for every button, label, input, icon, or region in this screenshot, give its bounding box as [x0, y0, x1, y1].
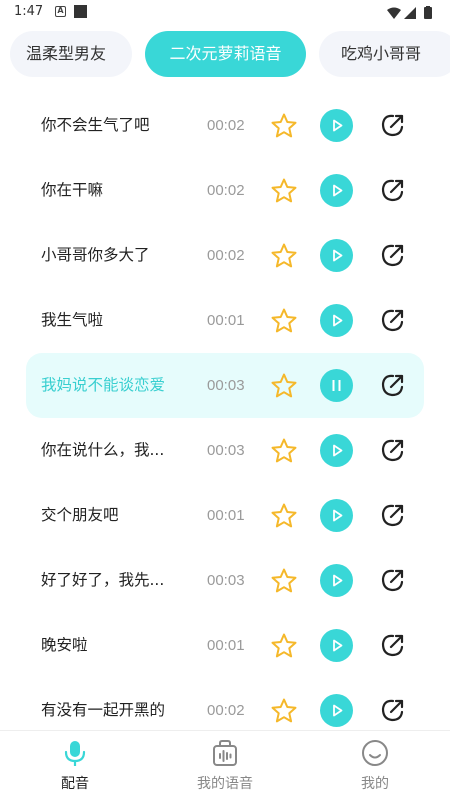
nav-dubbing[interactable]: 配音	[0, 731, 150, 800]
status-bar: 1:47 A	[0, 0, 450, 24]
square-notification-icon	[74, 5, 87, 18]
voice-row[interactable]: 我妈说不能谈恋爱 00:03	[0, 353, 450, 418]
voice-duration: 00:03	[207, 572, 245, 589]
voice-title: 晚安啦	[41, 636, 88, 654]
share-icon[interactable]	[380, 113, 405, 138]
play-button[interactable]	[320, 564, 353, 597]
share-icon[interactable]	[380, 568, 405, 593]
star-icon[interactable]	[270, 242, 298, 270]
nav-mine[interactable]: 我的	[300, 731, 450, 800]
share-icon[interactable]	[380, 698, 405, 723]
star-icon[interactable]	[270, 567, 298, 595]
play-icon	[333, 119, 343, 132]
play-button[interactable]	[320, 174, 353, 207]
status-time: 1:47	[14, 4, 44, 19]
voice-row[interactable]: 我生气啦 00:01	[0, 288, 450, 353]
star-icon[interactable]	[270, 502, 298, 530]
voice-title: 小哥哥你多大了	[41, 246, 150, 264]
voice-duration: 00:01	[207, 312, 245, 329]
bottom-nav: 配音 我的语音 我的	[0, 730, 450, 800]
play-icon	[333, 184, 343, 197]
voice-title: 你在说什么，我...	[41, 441, 165, 459]
play-button[interactable]	[320, 499, 353, 532]
play-button[interactable]	[320, 629, 353, 662]
star-icon[interactable]	[270, 177, 298, 205]
star-icon[interactable]	[270, 307, 298, 335]
play-icon	[333, 249, 343, 262]
share-icon[interactable]	[380, 503, 405, 528]
voice-title: 我生气啦	[41, 311, 104, 329]
a-notification-icon: A	[55, 6, 66, 17]
nav-mine-label: 我的	[361, 776, 389, 792]
signal-icon	[404, 7, 416, 19]
play-icon	[333, 444, 343, 457]
star-icon[interactable]	[270, 632, 298, 660]
star-icon[interactable]	[270, 697, 298, 725]
play-button[interactable]	[320, 239, 353, 272]
nav-dubbing-label: 配音	[61, 776, 89, 792]
share-icon[interactable]	[380, 178, 405, 203]
pause-icon	[332, 380, 341, 391]
voice-row[interactable]: 晚安啦 00:01	[0, 613, 450, 678]
play-icon	[333, 574, 343, 587]
play-icon	[333, 314, 343, 327]
voice-duration: 00:03	[207, 377, 245, 394]
voice-row[interactable]: 你在说什么，我... 00:03	[0, 418, 450, 483]
share-icon[interactable]	[380, 308, 405, 333]
voice-row[interactable]: 交个朋友吧 00:01	[0, 483, 450, 548]
star-icon[interactable]	[270, 437, 298, 465]
nav-my-voices[interactable]: 我的语音	[150, 731, 300, 800]
voice-duration: 00:03	[207, 442, 245, 459]
voice-title: 你不会生气了吧	[41, 116, 150, 134]
voice-duration: 00:02	[207, 182, 245, 199]
voice-duration: 00:02	[207, 117, 245, 134]
tab-anime-loli-voice[interactable]: 二次元萝莉语音	[145, 31, 306, 77]
play-icon	[333, 704, 343, 717]
nav-my-voices-label: 我的语音	[197, 776, 253, 792]
voice-title: 我妈说不能谈恋爱	[41, 376, 166, 394]
voice-row[interactable]: 好了好了，我先... 00:03	[0, 548, 450, 613]
voice-title: 好了好了，我先...	[41, 571, 165, 589]
play-button[interactable]	[320, 109, 353, 142]
voice-row[interactable]: 你不会生气了吧 00:02	[0, 93, 450, 158]
voice-title: 你在干嘛	[41, 181, 104, 199]
play-button[interactable]	[320, 434, 353, 467]
battery-icon	[424, 6, 432, 19]
voice-duration: 00:02	[207, 247, 245, 264]
wifi-icon	[387, 7, 401, 19]
play-button[interactable]	[320, 694, 353, 727]
voice-duration: 00:01	[207, 637, 245, 654]
star-icon[interactable]	[270, 372, 298, 400]
play-icon	[333, 639, 343, 652]
play-icon	[333, 509, 343, 522]
microphone-icon	[64, 741, 86, 766]
pause-button[interactable]	[320, 369, 353, 402]
voice-title: 交个朋友吧	[41, 506, 119, 524]
category-tabs: 温柔型男友 二次元萝莉语音 吃鸡小哥哥	[0, 24, 450, 90]
share-icon[interactable]	[380, 243, 405, 268]
voice-bag-icon	[213, 740, 237, 766]
share-icon[interactable]	[380, 438, 405, 463]
smiley-icon	[362, 740, 388, 766]
share-icon[interactable]	[380, 633, 405, 658]
voice-row[interactable]: 你在干嘛 00:02	[0, 158, 450, 223]
tab-gentle-boyfriend[interactable]: 温柔型男友	[10, 31, 132, 77]
play-button[interactable]	[320, 304, 353, 337]
tab-pubg-brother[interactable]: 吃鸡小哥哥	[319, 31, 450, 77]
voice-duration: 00:01	[207, 507, 245, 524]
share-icon[interactable]	[380, 373, 405, 398]
voice-row[interactable]: 小哥哥你多大了 00:02	[0, 223, 450, 288]
status-right-icons	[386, 5, 438, 24]
star-icon[interactable]	[270, 112, 298, 140]
